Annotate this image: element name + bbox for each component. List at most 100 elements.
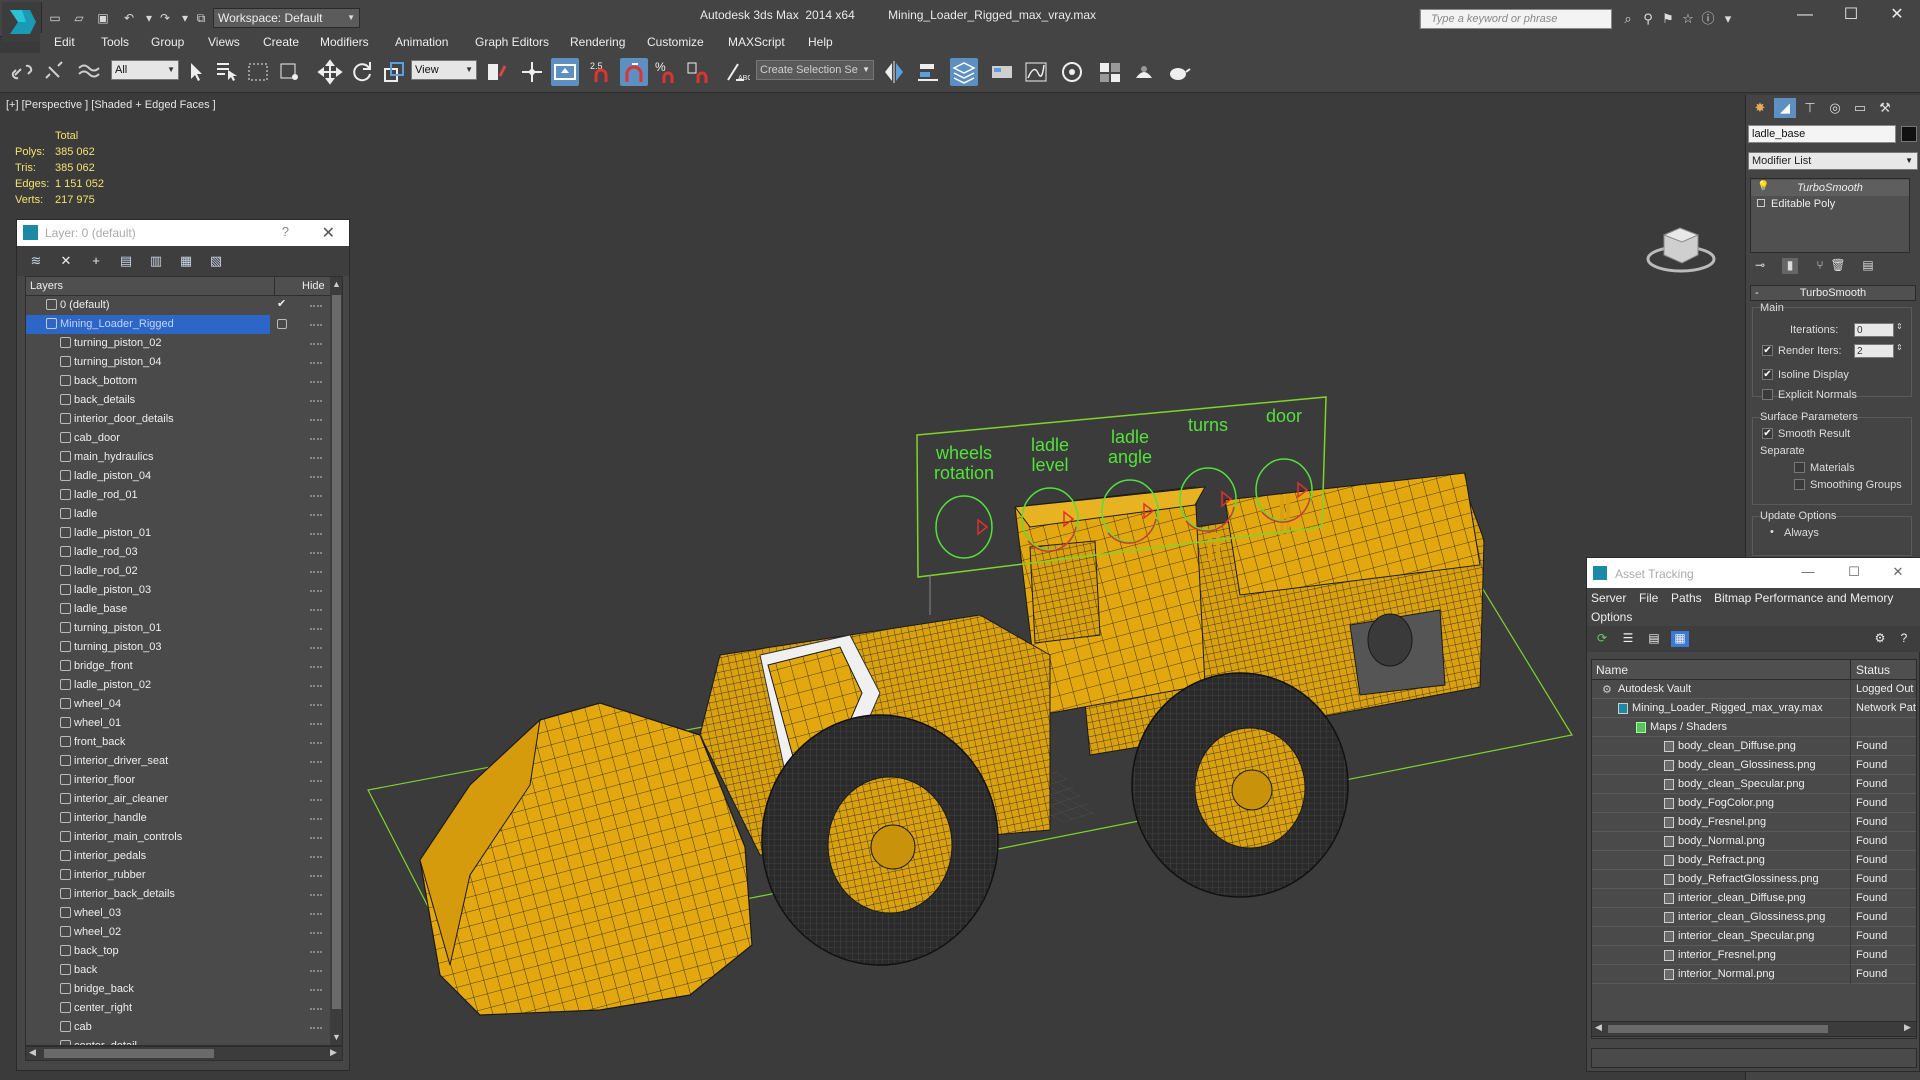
explicit-normals-checkbox[interactable] (1762, 389, 1773, 400)
active-layer-check-icon[interactable]: ✔ (277, 297, 286, 310)
refresh-icon[interactable]: ⟳ (1593, 631, 1611, 647)
hide-toggle[interactable] (310, 609, 322, 611)
asset-file-row[interactable]: interior_clean_Glossiness.png Found (1592, 908, 1916, 927)
hide-toggle[interactable] (310, 495, 322, 497)
bind-space-warp-button[interactable] (74, 58, 102, 86)
undo-icon[interactable]: ↶ (120, 10, 138, 26)
layer-object-row[interactable]: ladle_rod_01 (26, 486, 330, 505)
redo-icon[interactable]: ↷ (156, 10, 174, 26)
column-hide[interactable]: Hide (302, 280, 325, 292)
layer-vertical-scrollbar[interactable]: ▲ ▼ (330, 277, 342, 1045)
hide-toggle[interactable] (310, 932, 322, 934)
layer-object-row[interactable]: interior_handle (26, 809, 330, 828)
workspace-select[interactable]: Workspace: Default ▼ (213, 8, 360, 28)
hide-toggle[interactable] (310, 438, 322, 440)
hide-toggle[interactable] (310, 533, 322, 535)
detail-view-icon[interactable]: ▦ (1671, 631, 1689, 647)
pin-stack-icon[interactable]: ⊸ (1752, 258, 1768, 274)
percent-snap-button[interactable]: % (652, 58, 680, 86)
list-view-icon[interactable]: ☰ (1619, 631, 1637, 647)
render-setup-button[interactable] (1130, 58, 1158, 86)
layer-object-row[interactable]: cab_door (26, 429, 330, 448)
scroll-right-icon[interactable]: ▶ (330, 1047, 337, 1058)
menu-bitmap-performance[interactable]: Bitmap Performance and Memory (1714, 591, 1893, 605)
render-production-button[interactable] (1164, 58, 1192, 86)
hide-toggle[interactable] (310, 457, 322, 459)
hide-toggle[interactable] (310, 590, 322, 592)
asset-file-row[interactable]: body_FogColor.png Found (1592, 794, 1916, 813)
layer-object-row[interactable]: bridge_front (26, 657, 330, 676)
hide-toggle[interactable] (310, 343, 322, 345)
column-name[interactable]: Name (1596, 663, 1628, 677)
stack-item-editable-poly[interactable]: Editable Poly (1751, 196, 1909, 212)
utilities-tab-icon[interactable]: ⚒ (1874, 98, 1896, 118)
remove-modifier-icon[interactable]: 🗑 (1830, 258, 1846, 274)
menu-help[interactable]: Help (808, 35, 833, 49)
hide-toggle[interactable] (310, 685, 322, 687)
hide-toggle[interactable] (310, 647, 322, 649)
hide-toggle[interactable] (310, 951, 322, 953)
hide-toggle[interactable] (310, 818, 322, 820)
select-layer-objects-icon[interactable]: ▤ (117, 253, 135, 269)
hide-toggle[interactable] (310, 419, 322, 421)
search-input[interactable]: Type a keyword or phrase (1420, 9, 1612, 29)
asset-file-row[interactable]: body_clean_Specular.png Found (1592, 775, 1916, 794)
app-logo-button[interactable] (2, 2, 42, 42)
layer-icon[interactable]: ≋ (27, 253, 45, 269)
named-selection-set-input[interactable]: Create Selection Se ▼ (756, 60, 874, 80)
hide-toggle[interactable] (310, 666, 322, 668)
layer-object-row[interactable]: interior_floor (26, 771, 330, 790)
menu-views[interactable]: Views (208, 35, 240, 49)
layer-object-row[interactable]: ladle (26, 505, 330, 524)
hierarchy-tab-icon[interactable]: ⊤ (1799, 98, 1821, 118)
material-editor-button[interactable] (1096, 58, 1124, 86)
select-object-button[interactable] (182, 58, 210, 86)
rotate-button[interactable] (348, 58, 376, 86)
asset-tracking-titlebar[interactable]: Asset Tracking — ☐ ✕ (1587, 558, 1920, 588)
layer-object-row[interactable]: ladle_piston_02 (26, 676, 330, 695)
asset-row-vault[interactable]: ⚙ Autodesk Vault Logged Out (1592, 680, 1916, 699)
layer-object-row[interactable]: wheel_03 (26, 904, 330, 923)
layer-object-row[interactable]: wheel_02 (26, 923, 330, 942)
layer-explorer-button[interactable] (950, 58, 978, 86)
scale-button[interactable] (380, 58, 408, 86)
help-icon[interactable]: ⓘ (1698, 10, 1718, 28)
layer-object-row[interactable]: interior_driver_seat (26, 752, 330, 771)
highlight-layer-icon[interactable]: ▥ (147, 253, 165, 269)
render-iters-spinner[interactable]: 2 (1854, 344, 1894, 358)
layer-object-row[interactable]: turning_piston_02 (26, 334, 330, 353)
project-folder-icon[interactable]: ⧉ (192, 10, 210, 26)
asset-row-maps[interactable]: Maps / Shaders (1592, 718, 1916, 737)
smoothing-groups-checkbox[interactable] (1794, 479, 1805, 490)
table-view-icon[interactable]: ▤ (1645, 631, 1663, 647)
asset-row-max-file[interactable]: Mining_Loader_Rigged_max_vray.max Networ… (1592, 699, 1916, 718)
keyboard-shortcut-override-button[interactable] (551, 58, 579, 86)
scroll-thumb[interactable] (1608, 1025, 1828, 1033)
move-button[interactable] (316, 58, 344, 86)
stack-item-turbosmooth[interactable]: TurboSmooth (1751, 180, 1909, 196)
angle-snap-button[interactable] (620, 58, 648, 86)
show-end-result-icon[interactable]: ▮ (1782, 258, 1798, 274)
scroll-thumb[interactable] (332, 295, 341, 1009)
modify-tab-icon[interactable]: ◢ (1774, 98, 1796, 118)
hide-toggle[interactable] (310, 780, 322, 782)
object-color-swatch[interactable] (1901, 126, 1917, 142)
materials-checkbox[interactable] (1794, 462, 1805, 473)
align-button[interactable] (914, 58, 942, 86)
asset-horizontal-scrollbar[interactable]: ◀ ▶ (1591, 1021, 1917, 1037)
vault-help-icon[interactable]: ⚙ (1871, 631, 1889, 647)
hide-toggle[interactable] (310, 400, 322, 402)
layer-object-row[interactable]: turning_piston_04 (26, 353, 330, 372)
asset-file-row[interactable]: body_Refract.png Found (1592, 851, 1916, 870)
menu-graph-editors[interactable]: Graph Editors (475, 35, 549, 49)
rollout-header[interactable]: - TurboSmooth (1750, 285, 1916, 301)
layer-object-row[interactable]: turning_piston_03 (26, 638, 330, 657)
asset-file-row[interactable]: interior_Normal.png Found (1592, 965, 1916, 984)
menu-paths[interactable]: Paths (1671, 591, 1702, 605)
layer-object-row[interactable]: interior_pedals (26, 847, 330, 866)
hide-toggle[interactable] (310, 1008, 322, 1010)
scroll-thumb[interactable] (44, 1049, 214, 1058)
layer-object-row[interactable]: back_top (26, 942, 330, 961)
scroll-down-icon[interactable]: ▼ (332, 1032, 341, 1042)
layer-object-row[interactable]: ladle_piston_01 (26, 524, 330, 543)
